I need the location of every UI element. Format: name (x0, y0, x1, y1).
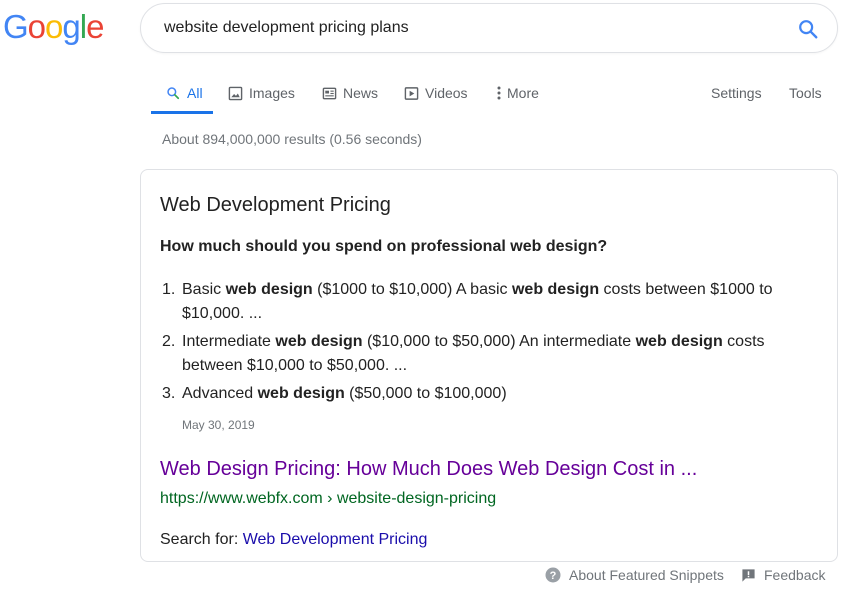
tab-images[interactable]: Images (227, 72, 295, 114)
tab-news[interactable]: News (321, 72, 378, 114)
search-icon (165, 85, 181, 101)
news-icon (321, 85, 337, 101)
logo-letter: o (27, 8, 46, 45)
search-for: Search for: Web Development Pricing (160, 531, 427, 549)
play-icon (403, 85, 419, 101)
search-box[interactable]: website development pricing plans (140, 3, 838, 53)
list-item: 1. Basic web design ($1000 to $10,000) A … (160, 278, 800, 326)
featured-snippet: Web Development Pricing How much should … (140, 169, 838, 562)
tab-more[interactable]: More (495, 72, 539, 114)
item-text: Basic (182, 281, 226, 298)
item-text: ($50,000 to $100,000) (344, 385, 507, 402)
item-text: Intermediate (182, 333, 276, 350)
result-url[interactable]: https://www.webfx.com › website-design-p… (160, 490, 496, 508)
list-number: 1. (162, 281, 176, 298)
list-item: 2. Intermediate web design ($10,000 to $5… (160, 330, 800, 378)
image-icon (227, 85, 243, 101)
tab-label: Images (249, 85, 295, 101)
more-vert-icon (495, 85, 503, 101)
snippet-title: Web Development Pricing (160, 194, 391, 216)
item-text: Advanced (182, 385, 258, 402)
help-icon: ? (545, 567, 561, 583)
question-highlight: web design (510, 238, 598, 255)
snippet-question: How much should you spend on professiona… (160, 238, 607, 256)
tab-tools[interactable]: Tools (789, 72, 822, 114)
item-highlight: web design (257, 385, 345, 402)
tab-label: Tools (789, 85, 822, 101)
search-icon (799, 20, 818, 39)
question-mark: ? (597, 238, 608, 255)
item-highlight: web design (275, 333, 363, 350)
list-number: 2. (162, 333, 176, 350)
question-text: How much should you spend on professiona… (160, 238, 511, 255)
tab-videos[interactable]: Videos (403, 72, 468, 114)
item-highlight: web design (635, 333, 723, 350)
search-tabs: All Images News Videos More Settings Too… (151, 72, 841, 114)
feedback-icon (740, 567, 756, 583)
footer-label: About Featured Snippets (569, 567, 724, 583)
tab-label: Settings (711, 85, 762, 101)
search-for-link[interactable]: Web Development Pricing (243, 531, 428, 548)
list-item: 3. Advanced web design ($50,000 to $100,0… (160, 382, 800, 406)
snippet-date: May 30, 2019 (182, 418, 255, 432)
logo-letter: o (45, 8, 63, 45)
item-text: ($1000 to $10,000) A basic (312, 281, 512, 298)
logo-letter: e (86, 8, 104, 45)
tab-label: News (343, 85, 379, 101)
tab-settings[interactable]: Settings (711, 72, 762, 114)
about-featured-snippets-link[interactable]: ? About Featured Snippets (545, 567, 724, 583)
svg-text:?: ? (550, 570, 557, 582)
logo-letter: g (62, 8, 80, 45)
footer-label: Feedback (764, 567, 826, 583)
tab-all[interactable]: All (151, 72, 213, 114)
item-highlight: web design (511, 281, 600, 298)
search-input[interactable]: website development pricing plans (164, 19, 409, 37)
tab-label: More (507, 85, 539, 101)
search-for-label: Search for: (160, 531, 243, 548)
tab-label: Videos (425, 85, 468, 101)
item-text: ($10,000 to $50,000) An intermediate (362, 333, 636, 350)
feedback-link[interactable]: Feedback (740, 567, 825, 583)
list-number: 3. (162, 385, 176, 402)
logo-letter: G (3, 8, 29, 45)
item-highlight: web design (225, 281, 313, 298)
result-title-link[interactable]: Web Design Pricing: How Much Does Web De… (160, 458, 697, 481)
tab-label: All (187, 85, 203, 101)
result-stats: About 894,000,000 results (0.56 seconds) (162, 131, 422, 147)
google-logo[interactable]: Google (3, 8, 104, 48)
snippet-list: 1. Basic web design ($1000 to $10,000) A … (160, 278, 800, 410)
search-button[interactable] (797, 18, 819, 40)
